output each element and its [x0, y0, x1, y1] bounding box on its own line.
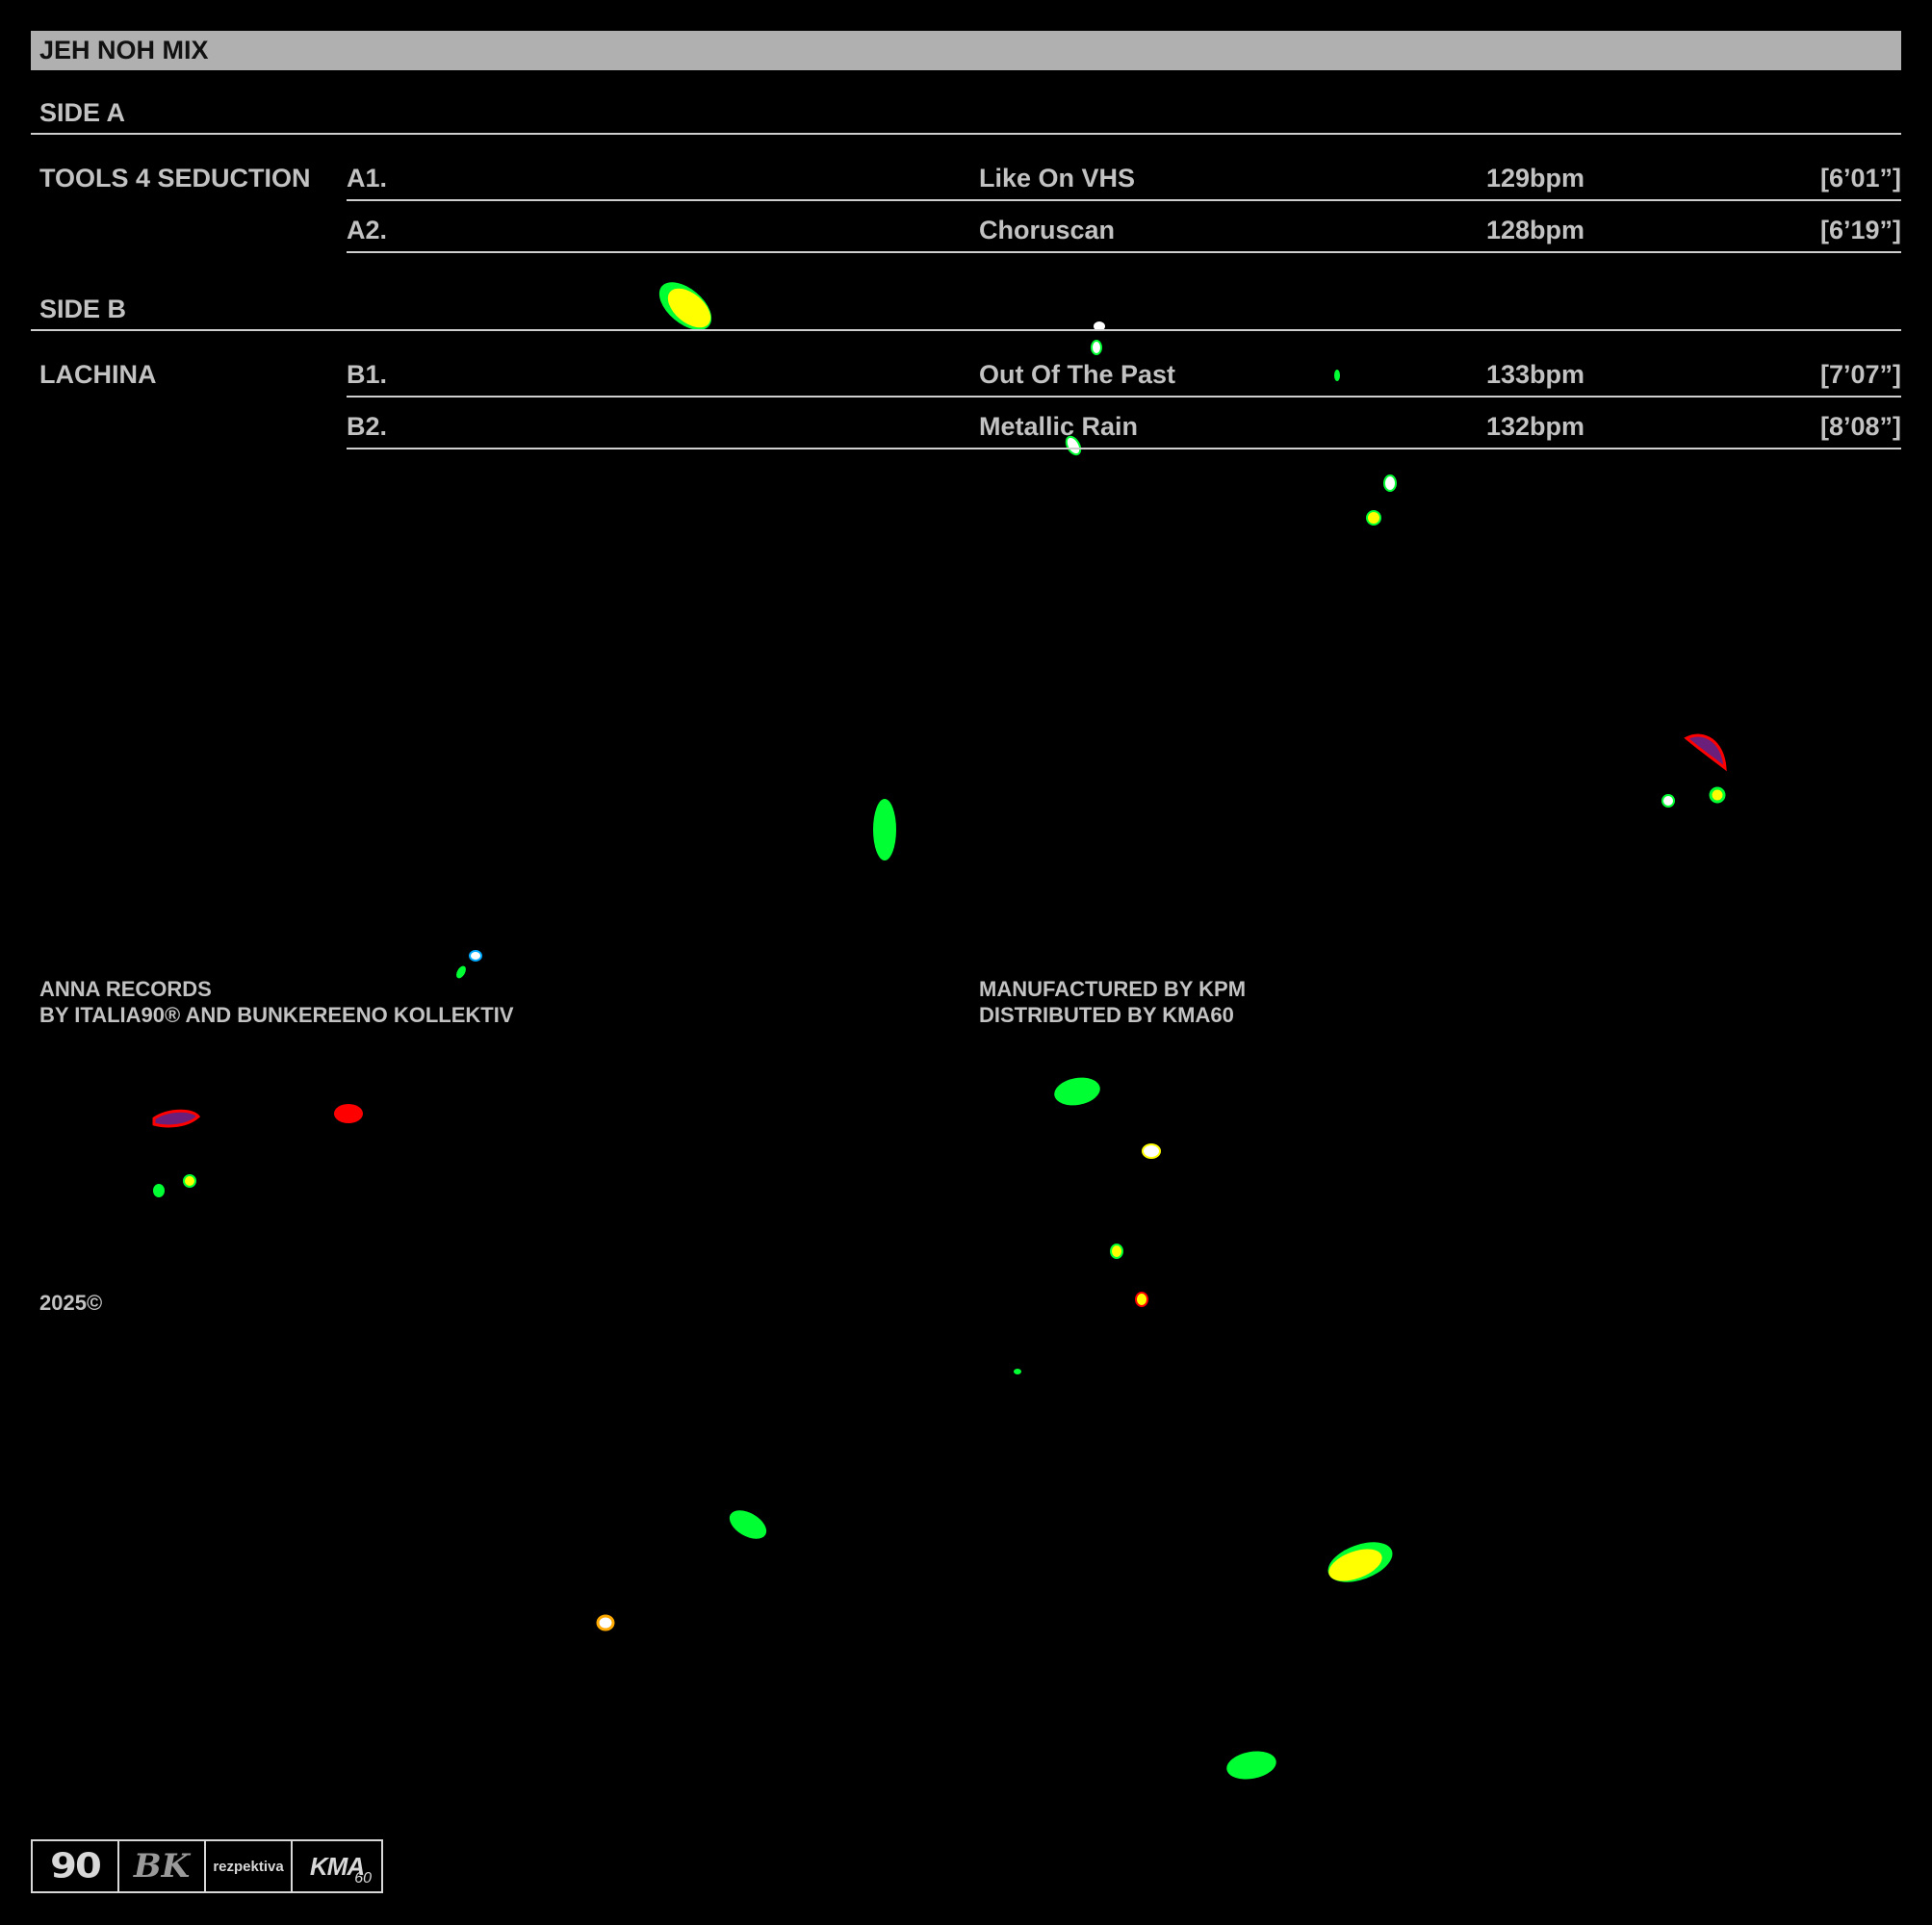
kma60-logo-subtext: 60	[354, 1870, 372, 1886]
track-number: B2.	[347, 412, 388, 441]
track-number: B1.	[347, 360, 388, 389]
credits-line: ANNA RECORDS	[39, 977, 212, 1001]
side-a-header: SIDE A	[31, 96, 1901, 135]
track-number: A1.	[347, 164, 388, 192]
side-label: SIDE A	[39, 98, 126, 127]
track-duration: [6’01”]	[1819, 164, 1901, 192]
manufacture-credits: MANUFACTURED BY KPM DISTRIBUTED BY KMA60	[979, 976, 1246, 1028]
track-number: A2.	[347, 216, 388, 244]
track-bpm: 129bpm	[1486, 164, 1585, 192]
credits-line: BY ITALIA90® AND BUNKEREENO KOLLEKTIV	[39, 1003, 514, 1027]
track-title: Out Of The Past	[979, 360, 1176, 389]
artist-name: TOOLS 4 SEDUCTION	[39, 164, 311, 192]
track-title: Like On VHS	[979, 164, 1136, 192]
label-credits: ANNA RECORDS BY ITALIA90® AND BUNKEREENO…	[39, 976, 514, 1028]
italia90-logo-text: 90	[50, 1846, 102, 1886]
track-row: A1. Like On VHS 129bpm [6’01”]	[347, 151, 1901, 201]
track-bpm: 133bpm	[1486, 360, 1585, 389]
bunkereeno-logo: BK	[119, 1841, 206, 1891]
side-b-header: SIDE B	[31, 293, 1901, 331]
bunkereeno-logo-text: BK	[133, 1847, 191, 1886]
copyright-year: 2025©	[39, 1291, 103, 1315]
rezpektiva-logo-text: rezpektiva	[213, 1858, 284, 1875]
track-duration: [7’07”]	[1819, 360, 1901, 389]
track-row: B2. Metallic Rain 132bpm [8’08”]	[347, 399, 1901, 449]
track-bpm: 132bpm	[1486, 412, 1585, 441]
rezpektiva-logo: rezpektiva	[206, 1841, 293, 1891]
track-row: B1. Out Of The Past 133bpm [7’07”]	[347, 347, 1901, 398]
artist-name: LACHINA	[39, 360, 157, 389]
kma60-logo: KMA 60	[293, 1841, 381, 1891]
release-title: JEH NOH MIX	[31, 31, 1901, 70]
side-label: SIDE B	[39, 295, 127, 323]
track-row: A2. Choruscan 128bpm [6’19”]	[347, 203, 1901, 253]
italia90-logo: 90	[33, 1841, 119, 1891]
credits-line: DISTRIBUTED BY KMA60	[979, 1003, 1234, 1027]
logo-strip: 90 BK rezpektiva KMA 60	[31, 1839, 383, 1893]
track-title: Metallic Rain	[979, 412, 1139, 441]
track-title: Choruscan	[979, 216, 1116, 244]
track-bpm: 128bpm	[1486, 216, 1585, 244]
track-duration: [8’08”]	[1819, 412, 1901, 441]
track-duration: [6’19”]	[1819, 216, 1901, 244]
credits-line: MANUFACTURED BY KPM	[979, 977, 1247, 1001]
